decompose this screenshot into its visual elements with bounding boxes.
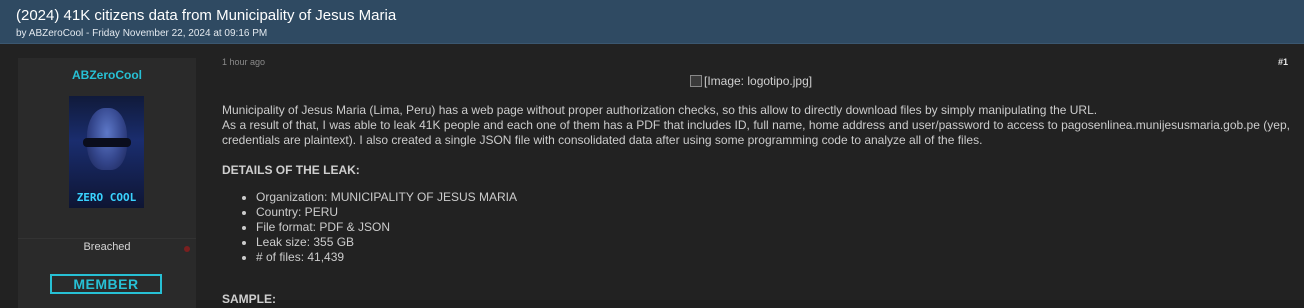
post: ABZeroCool ZERO COOL Breached MEMBER 1 h… (0, 44, 1304, 308)
list-item: Country: PERU (256, 205, 517, 220)
avatar[interactable]: ZERO COOL (69, 96, 144, 208)
post-number-link[interactable]: #1 (1278, 57, 1288, 67)
sample-heading: SAMPLE: (222, 292, 276, 306)
list-item: File format: PDF & JSON (256, 220, 517, 235)
author-username[interactable]: ABZeroCool (18, 68, 196, 82)
list-item: Organization: MUNICIPALITY OF JESUS MARI… (256, 190, 517, 205)
list-item: # of files: 41,439 (256, 250, 517, 265)
rank-badge: MEMBER (50, 274, 162, 294)
post-body: Municipality of Jesus Maria (Lima, Peru)… (222, 103, 1290, 148)
offline-status-icon (184, 246, 190, 252)
thread-header: (2024) 41K citizens data from Municipali… (0, 0, 1304, 44)
sidebar-divider (18, 238, 196, 239)
post-time[interactable]: 1 hour ago (222, 57, 265, 67)
list-item: Leak size: 355 GB (256, 235, 517, 250)
author-sidebar: ABZeroCool ZERO COOL Breached MEMBER (18, 58, 196, 308)
post-paragraph-1: Municipality of Jesus Maria (Lima, Peru)… (222, 103, 1098, 117)
details-heading: DETAILS OF THE LEAK: (222, 163, 360, 177)
thread-meta: by ABZeroCool - Friday November 22, 2024… (16, 28, 268, 39)
image-alt-text: [Image: logotipo.jpg] (704, 74, 813, 88)
avatar-glasses (83, 138, 131, 147)
details-list: Organization: MUNICIPALITY OF JESUS MARI… (238, 190, 517, 265)
post-paragraph-2: As a result of that, I was able to leak … (222, 118, 1290, 147)
broken-image-icon (690, 75, 702, 87)
post-image: [Image: logotipo.jpg] (690, 74, 812, 88)
usergroup-label: Breached (83, 241, 131, 253)
thread-title: (2024) 41K citizens data from Municipali… (16, 7, 397, 24)
avatar-text: ZERO COOL (76, 191, 137, 204)
